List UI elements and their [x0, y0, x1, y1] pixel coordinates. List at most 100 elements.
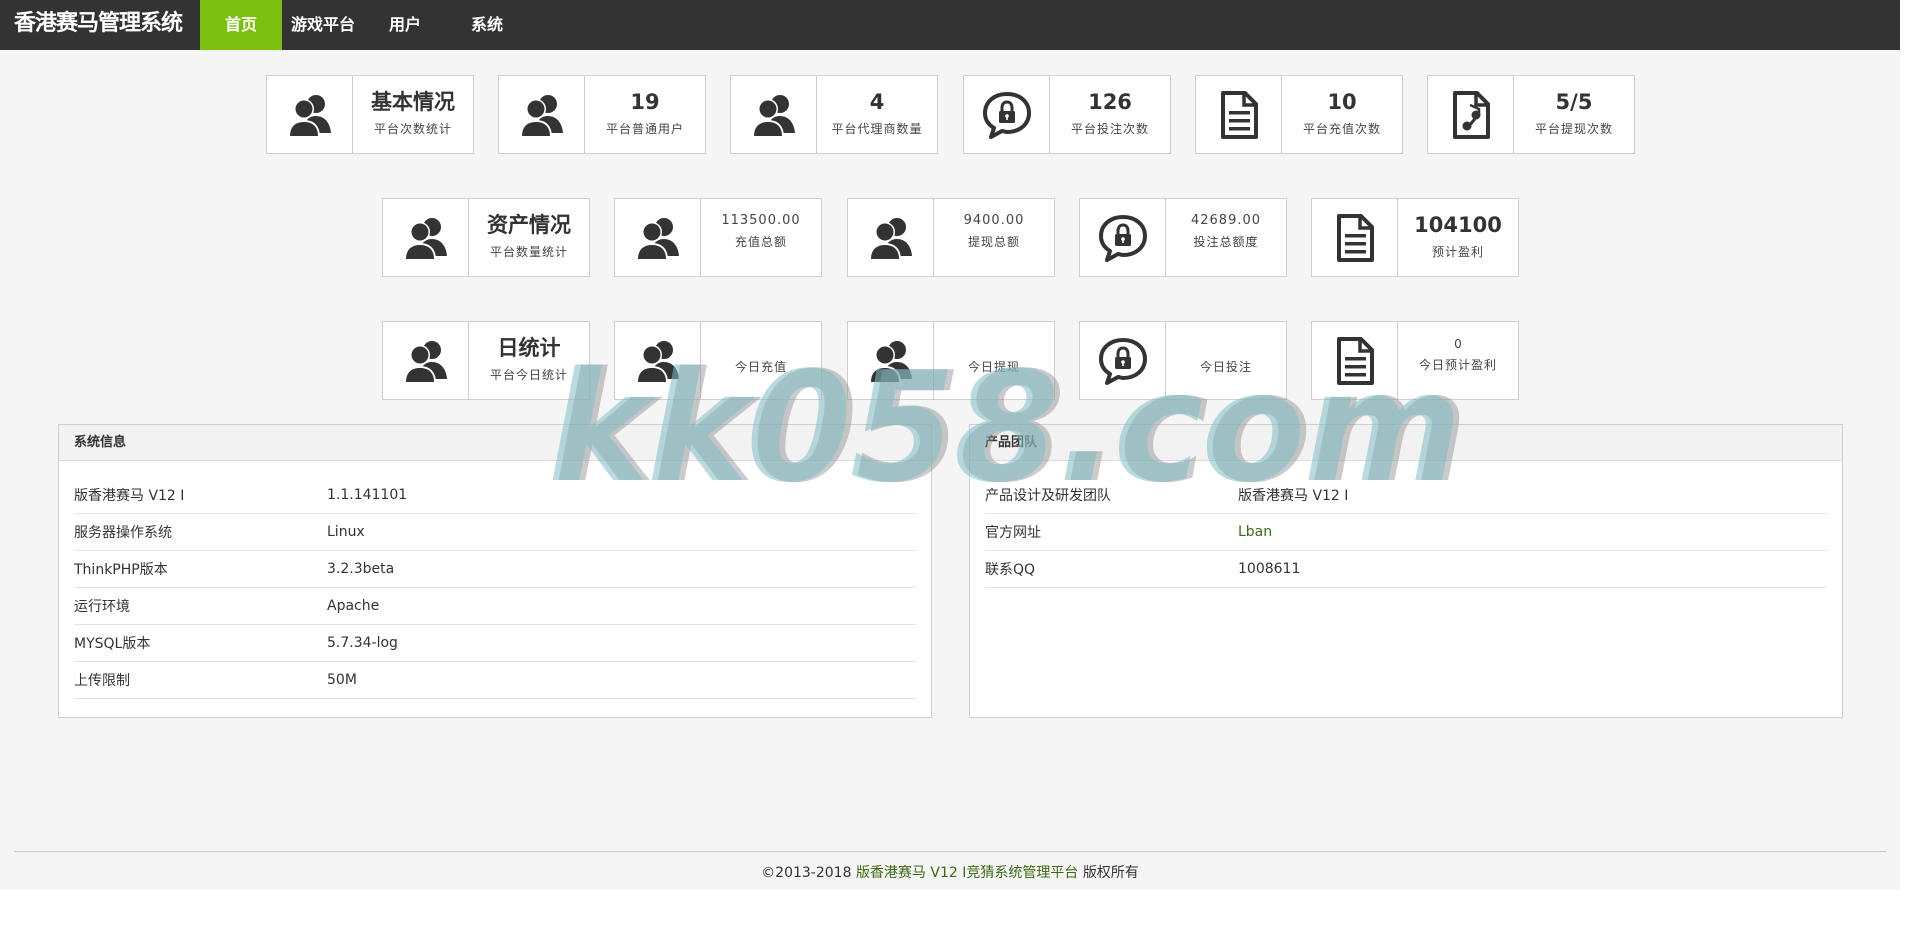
nav-users[interactable]: 用户: [364, 0, 446, 50]
stat-card-expected-profit: 104100 预计盈利: [1311, 198, 1519, 277]
info-value: 5.7.34-log: [327, 635, 398, 651]
info-key: 服务器操作系统: [74, 525, 172, 541]
card-label: 今日充值: [734, 360, 787, 374]
info-row: ThinkPHP版本 3.2.3beta: [74, 551, 916, 588]
card-heading: 日统计: [497, 336, 561, 360]
stat-card-asset-overview: 资产情况平台数量统计: [382, 198, 590, 277]
card-label: 平台提现次数: [1534, 122, 1613, 136]
card-value: 113500.00: [721, 213, 801, 228]
info-row: 服务器操作系统 Linux: [74, 514, 916, 551]
info-key: 产品设计及研发团队: [985, 488, 1111, 504]
nav-home[interactable]: 首页: [200, 0, 282, 50]
brand-title: 香港赛马管理系统: [14, 11, 183, 36]
document-icon: [1196, 76, 1282, 153]
card-label: 平台次数统计: [373, 122, 452, 136]
stat-card-recharges: 10 平台充值次数: [1195, 75, 1403, 154]
card-heading: 资产情况: [487, 213, 571, 237]
info-row: 上传限制 50M: [74, 662, 916, 699]
info-value: 1.1.141101: [327, 487, 408, 503]
card-value: 5/5: [1555, 90, 1593, 114]
scrollbar-track[interactable]: [1900, 0, 1918, 941]
card-value: 42689.00: [1190, 213, 1262, 228]
info-key: MYSQL版本: [74, 636, 151, 652]
stat-card-recharge-total: 113500.00 充值总额: [614, 198, 822, 277]
card-value: 126: [1088, 90, 1132, 114]
stat-card-daily-overview: 日统计 平台今日统计: [382, 321, 590, 400]
card-label: 投注总额度: [1193, 235, 1259, 249]
footer: ©2013-2018 版香港赛马 V12 I竞猜系统管理平台 版权所有: [0, 862, 1900, 882]
info-row: 产品设计及研发团队 版香港赛马 V12 I: [985, 477, 1827, 514]
card-label: 今日预计盈利: [1418, 358, 1497, 372]
panel-title: 系统信息: [59, 425, 931, 461]
stat-card-withdrawals: 5/5 平台提现次数: [1427, 75, 1635, 154]
official-site-link[interactable]: Lban: [1238, 524, 1827, 540]
info-value: 1008611: [1238, 561, 1301, 577]
lock-chat-icon: [964, 76, 1050, 153]
panel-title: 产品团队: [970, 425, 1842, 461]
lock-chat-icon: [1080, 199, 1166, 276]
users-icon: [499, 76, 585, 153]
nav-game-platform[interactable]: 游戏平台: [282, 0, 364, 50]
card-value: 9400.00: [963, 213, 1025, 228]
card-label: 今日投注: [1199, 360, 1252, 374]
footer-platform-link[interactable]: 版香港赛马 V12 I竞猜系统管理平台: [856, 865, 1078, 881]
info-value: 版香港赛马 V12 I: [1238, 488, 1349, 504]
stat-card-basic-overview: 基本情况平台次数统计: [266, 75, 474, 154]
card-label: 平台今日统计: [489, 368, 568, 382]
info-row: 联系QQ 1008611: [985, 551, 1827, 588]
stat-card-today-recharge: 今日充值: [614, 321, 822, 400]
card-heading: 基本情况: [371, 90, 455, 114]
card-label: 提现总额: [967, 235, 1020, 249]
users-icon: [267, 76, 353, 153]
nav-system[interactable]: 系统: [446, 0, 528, 50]
info-row: 版香港赛马 V12 I 1.1.141101: [74, 477, 916, 514]
info-value: Apache: [327, 598, 380, 614]
info-value: Linux: [327, 524, 365, 540]
stat-card-today-withdraw: 今日提现: [847, 321, 1055, 400]
info-key: 版香港赛马 V12 I: [74, 488, 185, 504]
info-row: MYSQL版本 5.7.34-log: [74, 625, 916, 662]
stat-card-today-bets: 今日投注: [1079, 321, 1287, 400]
info-key: 上传限制: [74, 673, 130, 689]
top-navbar: 香港赛马管理系统 首页 游戏平台 用户 系统: [0, 0, 1900, 50]
stat-card-agents: 4 平台代理商数量: [730, 75, 938, 154]
users-icon: [383, 322, 469, 399]
product-team-panel: 产品团队 产品设计及研发团队 版香港赛马 V12 I 官方网址 Lban 联系QQ 1…: [969, 424, 1843, 718]
lock-chat-icon: [1080, 322, 1166, 399]
card-label: 平台普通用户: [605, 122, 684, 136]
info-row: 运行环境 Apache: [74, 588, 916, 625]
info-key: 官方网址: [985, 525, 1041, 541]
stat-card-withdraw-total: 9400.00 提现总额: [847, 198, 1055, 277]
footer-copyright: ©2013-2018: [761, 865, 852, 881]
card-value: 19: [630, 90, 660, 114]
info-key: 联系QQ: [985, 562, 1036, 578]
users-icon: [731, 76, 817, 153]
info-key: ThinkPHP版本: [74, 562, 168, 578]
card-value: 104100: [1414, 213, 1502, 237]
card-label: 平台代理商数量: [831, 122, 923, 136]
stat-card-bet-total: 42689.00 投注总额度: [1079, 198, 1287, 277]
info-value: 50M: [327, 672, 357, 688]
card-value: 0: [1454, 337, 1462, 351]
stat-card-today-expected-profit: 0 今日预计盈利: [1311, 321, 1519, 400]
users-icon: [383, 199, 469, 276]
stat-card-normal-users: 19 平台普通用户: [498, 75, 706, 154]
card-value: 4: [869, 90, 885, 114]
card-label: 预计盈利: [1431, 245, 1484, 259]
card-label: 平台数量统计: [489, 245, 568, 259]
system-info-panel: 系统信息 版香港赛马 V12 I 1.1.141101 服务器操作系统 Linux …: [58, 424, 932, 718]
card-label: 平台充值次数: [1302, 122, 1381, 136]
info-row: 官方网址 Lban: [985, 514, 1827, 551]
document-icon: [1312, 199, 1398, 276]
users-icon: [615, 199, 701, 276]
card-label: 今日提现: [967, 360, 1020, 374]
info-value: 3.2.3beta: [327, 561, 395, 577]
footer-divider: [14, 851, 1886, 852]
document-icon: [1312, 322, 1398, 399]
info-key: 运行环境: [74, 599, 130, 615]
card-label: 充值总额: [734, 235, 787, 249]
stat-card-bets: 126 平台投注次数: [963, 75, 1171, 154]
audio-file-icon: [1428, 76, 1514, 153]
users-icon: [848, 199, 934, 276]
users-icon: [848, 322, 934, 399]
